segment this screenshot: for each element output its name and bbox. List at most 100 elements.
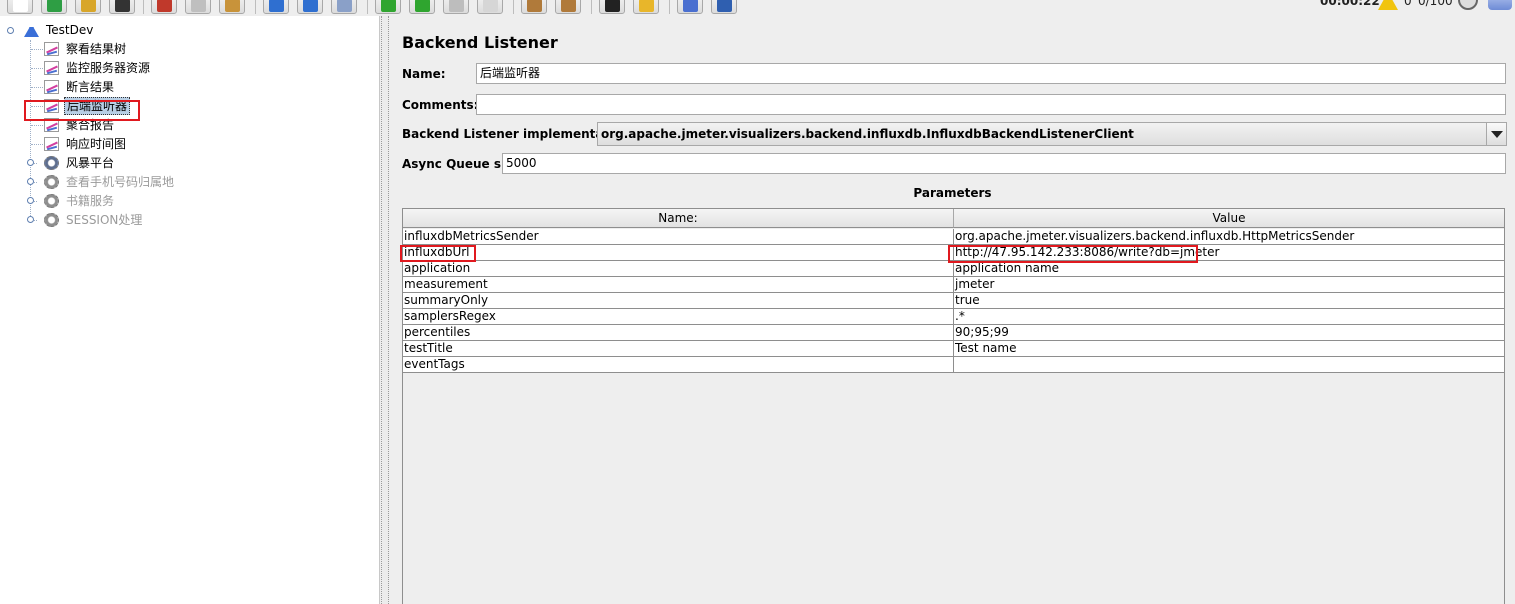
table-row[interactable]: measurement jmeter bbox=[403, 277, 1504, 293]
parameter-value-cell[interactable]: org.apache.jmeter.visualizers.backend.in… bbox=[953, 229, 1504, 244]
implementation-value: org.apache.jmeter.visualizers.backend.in… bbox=[601, 127, 1134, 141]
comments-label: Comments: bbox=[402, 98, 479, 112]
tree-item[interactable]: 风暴平台 bbox=[40, 154, 240, 172]
search-button[interactable] bbox=[599, 0, 625, 14]
name-label: Name: bbox=[402, 67, 446, 81]
dropdown-arrow-icon[interactable] bbox=[1486, 123, 1506, 145]
parameter-value-cell[interactable]: Test name bbox=[953, 341, 1504, 356]
parameter-name-cell[interactable]: eventTags bbox=[403, 357, 954, 372]
clear-all-button[interactable] bbox=[555, 0, 581, 14]
save-button[interactable] bbox=[109, 0, 135, 14]
parameter-name-cell[interactable]: influxdbUrl bbox=[403, 245, 954, 260]
parameter-name-cell[interactable]: testTitle bbox=[403, 341, 954, 356]
column-header-name[interactable]: Name: bbox=[403, 209, 954, 228]
parameter-value-cell[interactable] bbox=[953, 357, 1504, 372]
parameter-value-cell[interactable]: .* bbox=[953, 309, 1504, 324]
parameter-value-cell[interactable]: true bbox=[953, 293, 1504, 308]
copy-button[interactable] bbox=[185, 0, 211, 14]
tree-expand-toggle-icon[interactable] bbox=[27, 178, 34, 185]
parameter-name-cell[interactable]: summaryOnly bbox=[403, 293, 954, 308]
parameter-value-cell[interactable]: jmeter bbox=[953, 277, 1504, 292]
clear-all-icon bbox=[561, 0, 576, 12]
implementation-select[interactable]: org.apache.jmeter.visualizers.backend.in… bbox=[597, 122, 1507, 146]
start-button[interactable] bbox=[375, 0, 401, 14]
toolbar-separator bbox=[367, 0, 368, 14]
parameter-name-cell[interactable]: measurement bbox=[403, 277, 954, 292]
toolbar-separator bbox=[669, 0, 670, 14]
highlight-box-url-name bbox=[400, 245, 476, 262]
tree-item-label: 响应时间图 bbox=[66, 137, 127, 151]
start-icon bbox=[381, 0, 396, 12]
highlight-box-url-value bbox=[948, 245, 1198, 263]
table-row[interactable]: percentiles 90;95;99 bbox=[403, 325, 1504, 341]
new-button[interactable] bbox=[7, 0, 33, 14]
tree-item[interactable]: SESSION处理 bbox=[40, 211, 240, 229]
paste-button[interactable] bbox=[219, 0, 245, 14]
toolbar: 00:00:22 0 0/100 bbox=[0, 0, 1515, 16]
tree-item-label: 断言结果 bbox=[66, 80, 115, 94]
test-plan-tree[interactable]: TestDev 察看结果树 监控服务器资源 断言结果 后端监听器 聚合报告 响应时间图 风暴… bbox=[0, 16, 380, 604]
open-button[interactable] bbox=[75, 0, 101, 14]
reset-search-icon bbox=[639, 0, 654, 12]
tree-root-testplan[interactable]: TestDev bbox=[20, 21, 140, 39]
warning-icon[interactable] bbox=[1378, 0, 1398, 10]
function-helper-icon bbox=[683, 0, 698, 12]
start-no-pauses-icon bbox=[415, 0, 430, 12]
tree-guide-line bbox=[31, 125, 43, 126]
stop-button[interactable] bbox=[443, 0, 469, 14]
table-row[interactable]: samplersRegex .* bbox=[403, 309, 1504, 325]
new-icon bbox=[13, 0, 28, 12]
tree-item[interactable]: 书籍服务 bbox=[40, 192, 240, 210]
pane-splitter[interactable] bbox=[381, 16, 389, 604]
tree-expand-toggle-icon[interactable] bbox=[27, 216, 34, 223]
toggle-icon bbox=[337, 0, 352, 12]
parameter-name-cell[interactable]: percentiles bbox=[403, 325, 954, 340]
table-row[interactable]: influxdbMetricsSender org.apache.jmeter.v… bbox=[403, 229, 1504, 245]
help-icon bbox=[717, 0, 732, 12]
search-icon bbox=[605, 0, 620, 12]
parameter-value-cell[interactable]: 90;95;99 bbox=[953, 325, 1504, 340]
open-icon bbox=[81, 0, 96, 12]
warning-count: 0 bbox=[1404, 0, 1412, 8]
backend-listener-panel: Backend Listener Name: 后端监听器 Comments: B… bbox=[390, 16, 1515, 604]
tree-item[interactable]: 察看结果树 bbox=[40, 40, 240, 58]
thread-group-icon bbox=[44, 156, 59, 170]
table-row[interactable]: testTitle Test name bbox=[403, 341, 1504, 357]
templates-button[interactable] bbox=[41, 0, 67, 14]
highlight-box-selected-node bbox=[24, 100, 140, 121]
tree-item[interactable]: 查看手机号码归属地 bbox=[40, 173, 240, 191]
reset-search-button[interactable] bbox=[633, 0, 659, 14]
expand-button[interactable] bbox=[263, 0, 289, 14]
function-helper-button[interactable] bbox=[677, 0, 703, 14]
toggle-button[interactable] bbox=[331, 0, 357, 14]
parameter-name-cell[interactable]: influxdbMetricsSender bbox=[403, 229, 954, 244]
table-row[interactable]: eventTags bbox=[403, 357, 1504, 373]
copy-icon bbox=[191, 0, 206, 12]
tree-item[interactable]: 断言结果 bbox=[40, 78, 240, 96]
table-row[interactable]: summaryOnly true bbox=[403, 293, 1504, 309]
collapse-button[interactable] bbox=[297, 0, 323, 14]
templates-icon bbox=[47, 0, 62, 12]
stop-icon bbox=[449, 0, 464, 12]
shutdown-button[interactable] bbox=[477, 0, 503, 14]
help-button[interactable] bbox=[711, 0, 737, 14]
table-row[interactable]: application application name bbox=[403, 261, 1504, 277]
comments-field[interactable] bbox=[476, 94, 1506, 115]
tree-root-toggle-icon[interactable] bbox=[7, 27, 14, 34]
column-header-value[interactable]: Value bbox=[954, 209, 1504, 228]
tree-expand-toggle-icon[interactable] bbox=[27, 197, 34, 204]
tree-expand-toggle-icon[interactable] bbox=[27, 159, 34, 166]
tree-item[interactable]: 响应时间图 bbox=[40, 135, 240, 153]
queue-size-field[interactable]: 5000 bbox=[502, 153, 1506, 174]
parameter-name-cell[interactable]: samplersRegex bbox=[403, 309, 954, 324]
clear-button[interactable] bbox=[521, 0, 547, 14]
parameters-table[interactable]: Name: Value influxdbMetricsSender org.apa… bbox=[402, 208, 1505, 604]
listener-icon bbox=[44, 137, 59, 151]
name-field[interactable]: 后端监听器 bbox=[476, 63, 1506, 84]
parameter-name-cell[interactable]: application bbox=[403, 261, 954, 276]
parameter-value-cell[interactable]: application name bbox=[953, 261, 1504, 276]
cut-button[interactable] bbox=[151, 0, 177, 14]
start-no-pauses-button[interactable] bbox=[409, 0, 435, 14]
listener-icon bbox=[44, 61, 59, 75]
tree-item[interactable]: 监控服务器资源 bbox=[40, 59, 240, 77]
